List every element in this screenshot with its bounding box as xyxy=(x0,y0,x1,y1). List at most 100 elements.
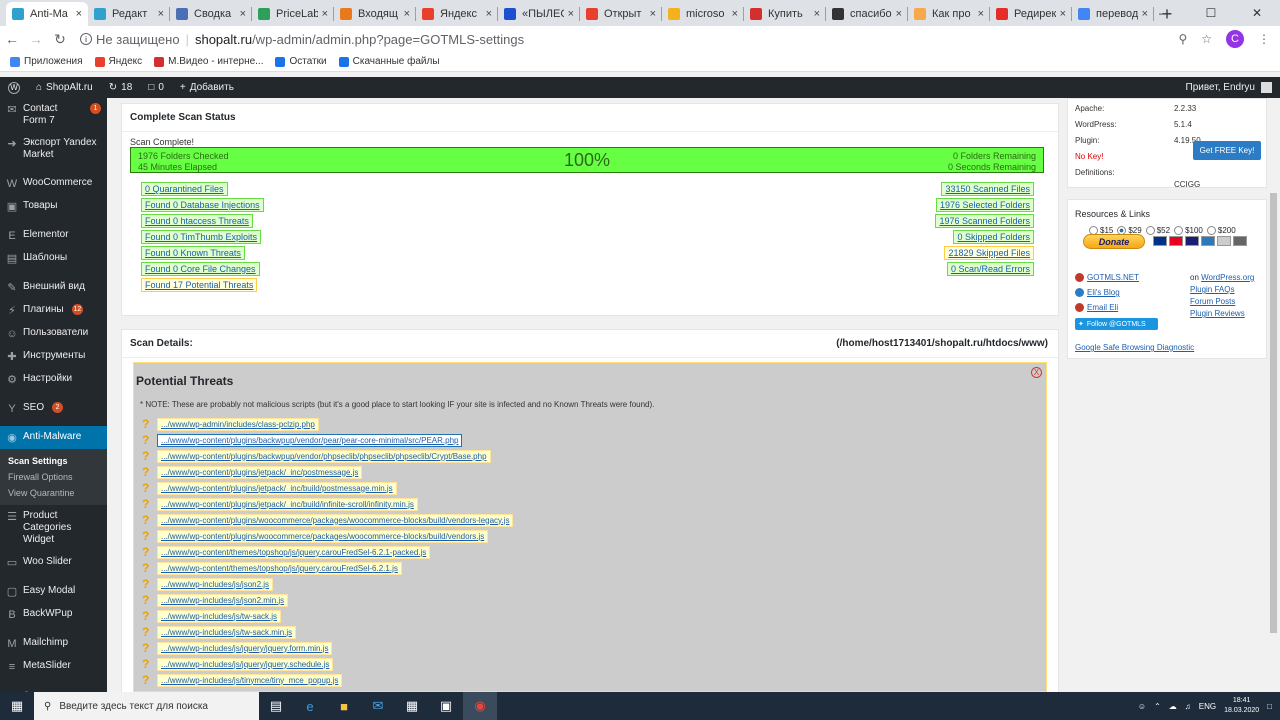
tray-arrow-icon[interactable]: ⌃ xyxy=(1154,702,1161,711)
threat-file-link[interactable]: .../www/wp-includes/js/jquery/jquery.for… xyxy=(157,641,333,655)
scan-stat-link[interactable]: Found 0 Known Threats xyxy=(141,246,245,260)
question-mark-icon[interactable]: ? xyxy=(142,513,152,527)
tab-close-icon[interactable]: × xyxy=(322,8,328,20)
sidebar-item-wrench[interactable]: ✚ Инструменты xyxy=(0,345,107,368)
tab-close-icon[interactable]: × xyxy=(814,8,820,20)
network-icon[interactable]: ☁ xyxy=(1169,702,1177,711)
people-icon[interactable]: ☺ xyxy=(1138,702,1146,711)
sidebar-item-settings[interactable]: ⚙ Настройки xyxy=(0,368,107,391)
browser-tab[interactable]: Редакт × xyxy=(88,2,170,26)
threat-file-link[interactable]: .../www/wp-admin/includes/class-pclzip.p… xyxy=(157,417,319,431)
sidebar-item-user[interactable]: ☺ Пользователи xyxy=(0,322,107,345)
safe-browsing-link[interactable]: Google Safe Browsing Diagnostic xyxy=(1075,343,1194,352)
threat-file-link[interactable]: .../www/wp-content/plugins/woocommerce/p… xyxy=(157,513,514,527)
threat-file-link[interactable]: .../www/wp-includes/js/tw-sack.js xyxy=(157,609,282,623)
sidebar-item-folder[interactable]: ▤ Шаблоны xyxy=(0,247,107,270)
radio-icon[interactable] xyxy=(1174,226,1184,235)
radio-icon[interactable] xyxy=(1145,226,1155,235)
chrome-icon[interactable]: ◉ xyxy=(463,692,497,720)
resource-link[interactable]: GOTMLS.NET xyxy=(1087,273,1139,282)
back-icon[interactable]: ← xyxy=(0,31,24,47)
tab-close-icon[interactable]: × xyxy=(158,8,164,20)
question-mark-icon[interactable]: ? xyxy=(142,577,152,591)
language-indicator[interactable]: ENG xyxy=(1199,702,1216,711)
tab-close-icon[interactable]: × xyxy=(486,8,492,20)
tab-close-icon[interactable]: × xyxy=(732,8,738,20)
question-mark-icon[interactable]: ? xyxy=(142,529,152,543)
resource-link[interactable]: Eli's Blog xyxy=(1087,288,1120,297)
question-mark-icon[interactable]: ? xyxy=(142,561,152,575)
threat-file-link[interactable]: .../www/wp-includes/js/json2.min.js xyxy=(157,593,289,607)
url-field[interactable]: i Не защищено | shopalt.ru /wp-admin/adm… xyxy=(80,32,1178,47)
threat-file-link[interactable]: .../www/wp-includes/js/tw-sack.min.js xyxy=(157,625,297,639)
tab-close-icon[interactable]: × xyxy=(568,8,574,20)
scan-stat-link[interactable]: 21829 Skipped Files xyxy=(944,246,1034,260)
browser-tab[interactable]: Купить × xyxy=(744,2,826,26)
question-mark-icon[interactable]: ? xyxy=(142,609,152,623)
browser-tab[interactable]: «ПЫЛЕС × xyxy=(498,2,580,26)
maximize-icon[interactable]: ☐ xyxy=(1188,0,1234,26)
comments-link[interactable]: □ 0 xyxy=(140,77,172,98)
bookmark-item[interactable]: Скачанные файлы xyxy=(338,56,440,67)
sidebar-item-list[interactable]: ☰ Product Categories Widget xyxy=(0,505,107,551)
info-icon[interactable]: i xyxy=(80,33,92,45)
browser-tab[interactable]: PriceLab × xyxy=(252,2,334,26)
sidebar-item-collapse[interactable]: ◀Свернуть меню xyxy=(0,684,107,692)
account-menu[interactable]: Привет, Endryu xyxy=(1186,82,1280,93)
sidebar-item-metaslider[interactable]: ≡ MetaSlider xyxy=(0,655,107,678)
bookmark-item[interactable]: Яндекс xyxy=(94,56,142,67)
browser-tab[interactable]: Открыт × xyxy=(580,2,662,26)
site-name-link[interactable]: ⌂ ShopAlt.ru xyxy=(28,77,101,98)
tab-close-icon[interactable]: × xyxy=(978,8,984,20)
browser-tab[interactable]: Сводка × xyxy=(170,2,252,26)
radio-icon[interactable] xyxy=(1206,226,1216,235)
sidebar-item-export[interactable]: ➜ Экспорт Yandex Market xyxy=(0,132,107,166)
donate-button[interactable]: Donate xyxy=(1083,234,1145,249)
threat-file-link[interactable]: .../www/wp-includes/js/json2.js xyxy=(157,577,274,591)
taskbar-search-box[interactable]: ⚲ Введите здесь текст для поиска xyxy=(34,692,259,720)
menu-kebab-icon[interactable]: ⋮ xyxy=(1258,32,1270,46)
question-mark-icon[interactable]: ? xyxy=(142,497,152,511)
sidebar-item-mailchimp[interactable]: M Mailchimp xyxy=(0,632,107,655)
resource-link[interactable]: Plugin FAQs xyxy=(1190,285,1234,294)
threat-file-link[interactable]: .../www/wp-content/plugins/jetpack/_inc/… xyxy=(157,497,418,511)
browser-tab[interactable]: Входящ × xyxy=(334,2,416,26)
threat-file-link[interactable]: .../www/wp-includes/js/jquery/jquery.sch… xyxy=(157,657,334,671)
sidebar-item-seo[interactable]: Y SEO 2 xyxy=(0,397,107,420)
question-mark-icon[interactable]: ? xyxy=(142,433,152,447)
profile-avatar[interactable]: C xyxy=(1226,30,1244,48)
explorer-icon[interactable]: ■ xyxy=(327,692,361,720)
question-mark-icon[interactable]: ? xyxy=(142,673,152,687)
scan-stat-link[interactable]: 0 Skipped Folders xyxy=(953,230,1034,244)
resource-link[interactable]: Forum Posts xyxy=(1190,297,1235,306)
sidebar-item-plugin[interactable]: ⚡ Плагины 12 xyxy=(0,299,107,322)
sidebar-item-brush[interactable]: ✎ Внешний вид xyxy=(0,276,107,299)
threat-file-link[interactable]: .../www/wp-content/plugins/jetpack/_inc/… xyxy=(157,465,363,479)
store-icon[interactable]: ▣ xyxy=(429,692,463,720)
clock[interactable]: 18:41 18.03.2020 xyxy=(1224,696,1259,716)
tab-close-icon[interactable]: × xyxy=(76,8,82,20)
browser-tab[interactable]: Редирек × xyxy=(990,2,1072,26)
tab-close-icon[interactable]: × xyxy=(650,8,656,20)
zoom-icon[interactable]: ⚲ xyxy=(1178,32,1187,46)
question-mark-icon[interactable]: ? xyxy=(142,657,152,671)
bookmark-item[interactable]: М.Видео - интерне... xyxy=(154,56,263,67)
browser-tab[interactable]: спасибо × xyxy=(826,2,908,26)
donation-option[interactable]: $52 xyxy=(1145,226,1170,235)
sidebar-item-slider[interactable]: ▭ Woo Slider xyxy=(0,551,107,574)
scan-stat-link[interactable]: 1976 Scanned Folders xyxy=(935,214,1034,228)
tab-close-icon[interactable]: × xyxy=(1060,8,1066,20)
reload-icon[interactable]: ↻ xyxy=(48,31,72,48)
resource-link-row[interactable]: Eli's Blog xyxy=(1075,288,1120,297)
calculator-icon[interactable]: ▦ xyxy=(395,692,429,720)
scan-stat-link[interactable]: 1976 Selected Folders xyxy=(935,198,1034,212)
question-mark-icon[interactable]: ? xyxy=(142,593,152,607)
minimize-icon[interactable]: — xyxy=(1142,0,1188,26)
close-window-icon[interactable]: ✕ xyxy=(1234,0,1280,26)
close-icon[interactable]: X xyxy=(1031,367,1042,378)
resource-link[interactable]: Plugin Reviews xyxy=(1190,309,1245,318)
sidebar-item-woo[interactable]: W WooCommerce xyxy=(0,172,107,195)
question-mark-icon[interactable]: ? xyxy=(142,417,152,431)
sidebar-item-backup[interactable]: B BackWPup xyxy=(0,603,107,626)
wp-logo-icon[interactable]: W xyxy=(0,77,28,98)
